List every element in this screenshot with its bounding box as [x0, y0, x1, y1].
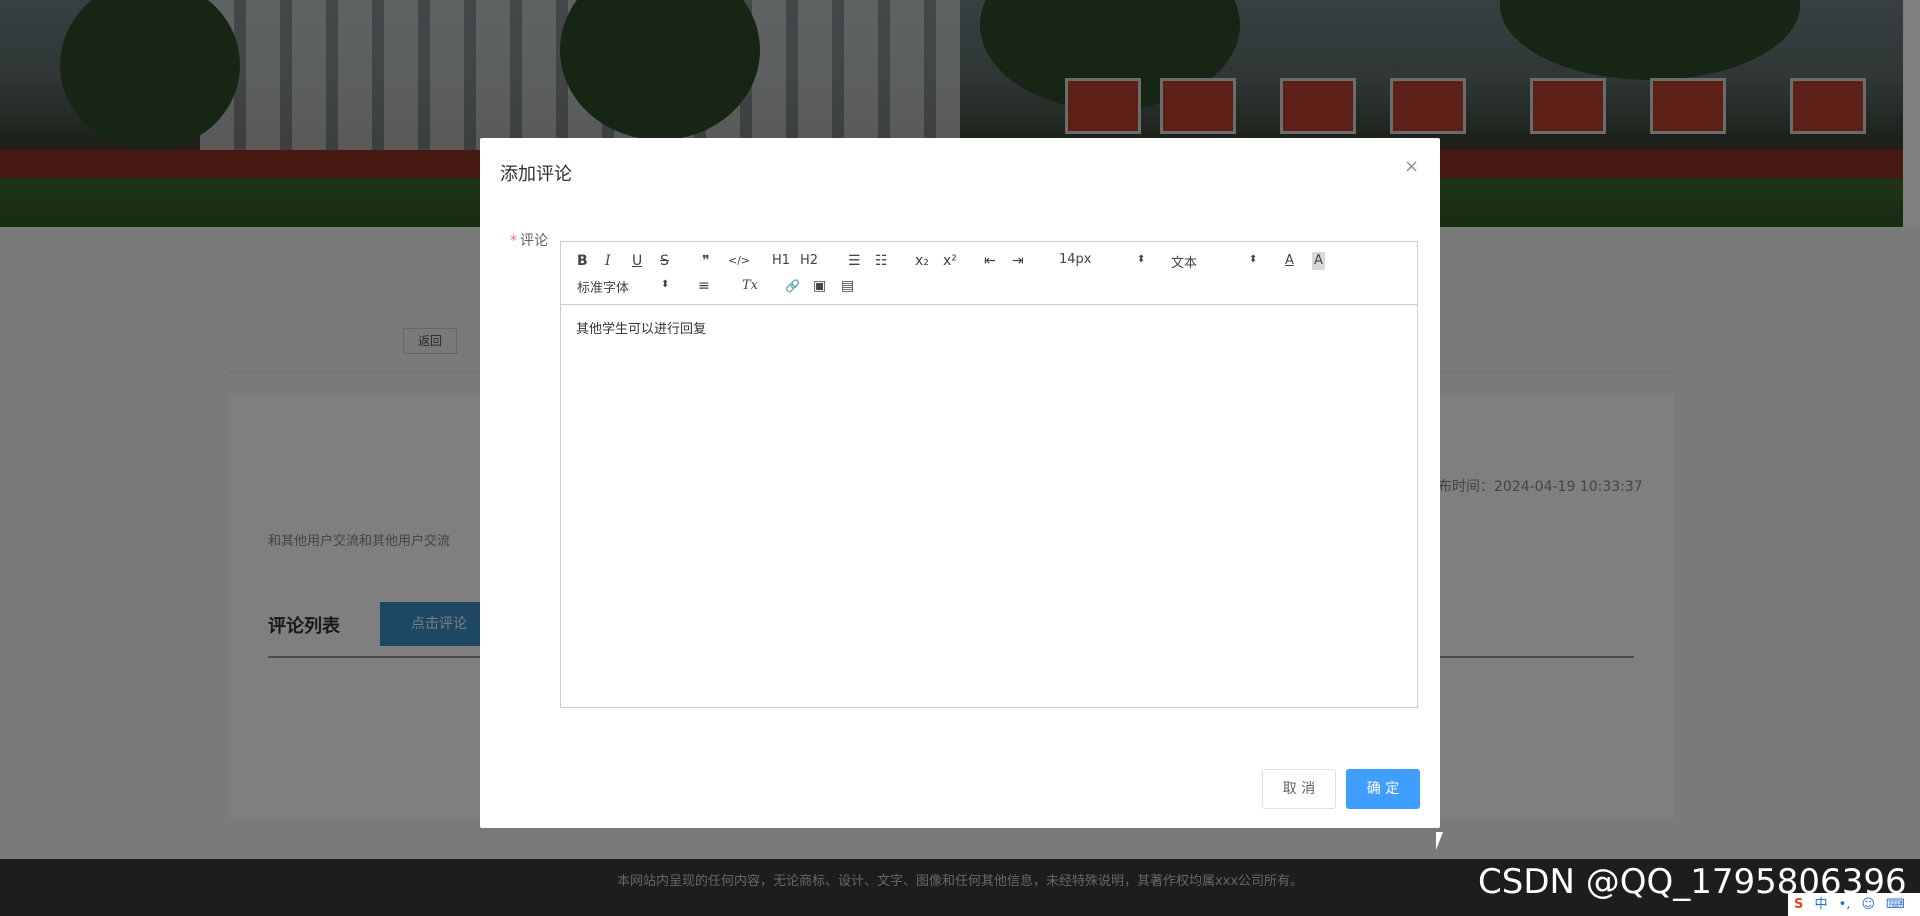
font-family-value: 标准字体	[577, 281, 630, 296]
cancel-button[interactable]: 取 消	[1262, 769, 1336, 809]
code-block-button[interactable]: </>	[728, 252, 750, 270]
font-size-select[interactable]: 14px ⬍	[1059, 252, 1145, 267]
select-arrow-icon: ⬍	[661, 279, 670, 290]
header-value: 文本	[1171, 256, 1198, 271]
background-color-button[interactable]: A	[1312, 252, 1325, 270]
ime-mode-indicator[interactable]: 中	[1814, 893, 1827, 916]
comment-label-text: 评论	[520, 233, 548, 249]
font-family-select[interactable]: 标准字体 ⬍	[577, 277, 669, 296]
superscript-button[interactable]: x²	[943, 252, 957, 270]
align-button[interactable]: ≡	[698, 277, 710, 295]
video-icon[interactable]: ▤	[841, 277, 854, 295]
indent-button[interactable]: ⇥	[1012, 252, 1024, 270]
mouse-cursor-icon	[1436, 832, 1443, 850]
bullet-list-button[interactable]: ☷	[875, 252, 888, 270]
link-icon[interactable]: 🔗	[785, 277, 800, 295]
ime-status-bar[interactable]: S 中 •, ☺ ⌨	[1788, 893, 1920, 916]
italic-button[interactable]: I	[605, 252, 611, 270]
close-icon[interactable]: ×	[1404, 156, 1419, 177]
font-size-value: 14px	[1059, 252, 1092, 267]
ime-keyboard-icon[interactable]: ⌨	[1886, 893, 1905, 916]
header-2-button[interactable]: H2	[800, 252, 818, 270]
editor-content[interactable]: 其他学生可以进行回复	[576, 318, 706, 337]
add-comment-dialog: 添加评论 × * 评论 B I U S ❞ </> H1 H2 ☰ ☷ x₂ x²…	[480, 138, 1440, 828]
ime-punctuation-icon[interactable]: •,	[1839, 893, 1851, 916]
required-mark: *	[510, 233, 517, 249]
dialog-title: 添加评论	[500, 164, 572, 185]
strike-button[interactable]: S	[660, 252, 669, 270]
rich-text-editor: B I U S ❞ </> H1 H2 ☰ ☷ x₂ x² ⇤ ⇥ 14px ⬍…	[560, 241, 1418, 708]
clean-format-button[interactable]: Tx	[742, 277, 758, 295]
bold-button[interactable]: B	[577, 252, 588, 270]
editor-toolbar: B I U S ❞ </> H1 H2 ☰ ☷ x₂ x² ⇤ ⇥ 14px ⬍…	[561, 242, 1417, 305]
underline-button[interactable]: U	[632, 252, 642, 270]
image-icon[interactable]: ▣	[813, 277, 826, 295]
font-color-button[interactable]: A	[1285, 252, 1294, 270]
blockquote-button[interactable]: ❞	[702, 252, 710, 270]
ordered-list-button[interactable]: ☰	[848, 252, 861, 270]
header-select[interactable]: 文本 ⬍	[1171, 252, 1257, 271]
comment-field-label: * 评论	[510, 230, 548, 250]
select-arrow-icon: ⬍	[1249, 254, 1258, 265]
select-arrow-icon: ⬍	[1137, 254, 1146, 265]
ime-emoji-icon[interactable]: ☺	[1861, 893, 1875, 916]
header-1-button[interactable]: H1	[772, 252, 790, 270]
sogou-logo-icon: S	[1794, 897, 1804, 912]
outdent-button[interactable]: ⇤	[984, 252, 996, 270]
confirm-button[interactable]: 确 定	[1346, 769, 1420, 809]
subscript-button[interactable]: x₂	[915, 252, 929, 270]
